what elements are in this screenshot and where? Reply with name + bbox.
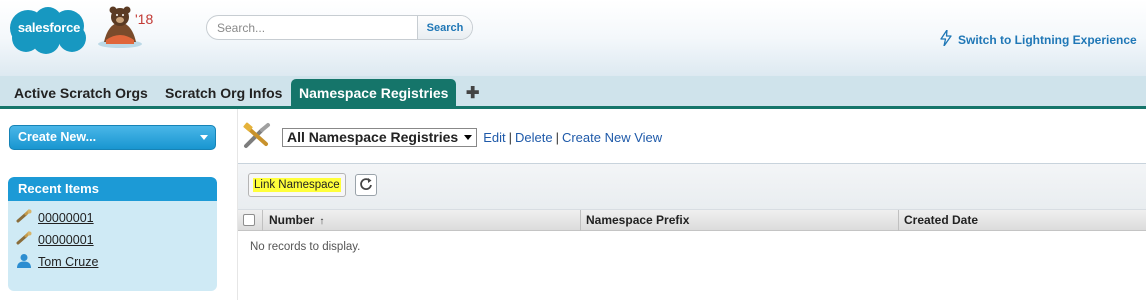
dropdown-arrow-icon [464,134,473,140]
logo-text: salesforce [17,20,81,35]
tab-scratch-org-infos[interactable]: Scratch Org Infos [157,79,290,107]
add-tab-icon[interactable]: ✚ [466,83,479,103]
recent-item-label: Tom Cruze [38,255,99,269]
lightning-bolt-icon [940,29,952,49]
sidebar: Create New... Recent Items 00000001 0000… [0,109,237,300]
chevron-down-icon [200,135,208,140]
create-new-button[interactable]: Create New... [9,125,216,150]
salesforce-logo[interactable]: salesforce [6,6,92,54]
refresh-icon [359,177,373,194]
column-header-namespace-prefix[interactable]: Namespace Prefix [586,210,689,231]
tools-icon [242,122,274,153]
refresh-button[interactable] [355,174,377,196]
list-toolbar: Link Namespace [238,164,1146,210]
switch-to-lightning-link[interactable]: Switch to Lightning Experience [940,29,1137,49]
select-all-checkbox[interactable] [243,214,255,226]
edit-view-link[interactable]: Edit [483,130,505,145]
create-new-view-link[interactable]: Create New View [562,130,662,145]
table-header: Number ↑ Namespace Prefix Created Date [238,210,1146,231]
wrench-icon [16,209,32,226]
link-namespace-button[interactable]: Link Namespace [248,173,346,197]
recent-item-label: 00000001 [38,210,94,225]
recent-item[interactable]: 00000001 [16,209,94,226]
wrench-icon [16,231,32,248]
empty-message: No records to display. [250,241,361,253]
search-input[interactable] [207,16,417,39]
recent-item[interactable]: 00000001 [16,231,94,248]
view-selector-value: All Namespace Registries [287,128,459,145]
column-header-number[interactable]: Number ↑ [269,210,324,231]
app-header: salesforce '18 Search Switch to Lightnin… [0,0,1146,76]
create-new-label: Create New... [18,130,97,144]
user-icon [16,253,32,271]
recent-item-label: 00000001 [38,232,94,247]
link-namespace-label: Link Namespace [253,178,341,192]
mascot-year: '18 [135,11,154,27]
view-selector[interactable]: All Namespace Registries [282,127,478,147]
tab-bar: Active Scratch Orgs Scratch Org Infos Na… [0,76,1146,109]
recent-item[interactable]: Tom Cruze [16,253,98,271]
delete-view-link[interactable]: Delete [515,130,553,145]
list-panel: Link Namespace Number ↑ Namespace Prefix … [238,163,1146,300]
tab-namespace-registries[interactable]: Namespace Registries [291,79,457,109]
global-search: Search [206,15,473,40]
list-view-bar: All Namespace Registries Edit | Delete | Cre… [242,122,662,152]
view-links: Edit | Delete | Create New View [483,129,663,145]
tab-active-scratch-orgs[interactable]: Active Scratch Orgs [6,79,156,107]
column-header-created-date[interactable]: Created Date [904,210,978,231]
sort-ascending-icon: ↑ [319,216,325,227]
recent-items-panel: Recent Items 00000001 00000001 Tom Cruze [8,177,217,291]
switch-to-lightning-label: Switch to Lightning Experience [958,32,1137,47]
search-button[interactable]: Search [417,16,472,39]
recent-items-title: Recent Items [8,177,217,201]
